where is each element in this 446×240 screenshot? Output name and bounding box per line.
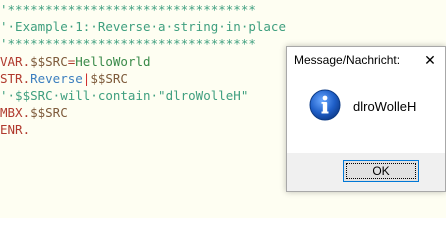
- code-line: VAR.$$SRC=HelloWorld: [0, 53, 151, 70]
- code-token: '*********************************: [0, 2, 256, 17]
- code-token: '·Example·1:·Reverse·a·string·in·place: [0, 19, 286, 35]
- dialog-title: Message/Nachricht:: [294, 53, 401, 67]
- code-line: '*********************************: [0, 35, 256, 52]
- dialog-body: dlroWolleH: [287, 75, 445, 153]
- close-icon: ✕: [424, 53, 436, 69]
- code-token: STR.: [0, 70, 31, 86]
- code-token: MBX.: [0, 105, 31, 121]
- ok-button-label: OK: [372, 164, 390, 178]
- code-line: STR.Reverse|$$SRC: [0, 70, 128, 87]
- code-line: '·Example·1:·Reverse·a·string·in·place: [0, 18, 286, 35]
- code-token: '*********************************: [0, 36, 256, 52]
- code-token: $$SRC: [30, 53, 68, 69]
- close-button[interactable]: ✕: [415, 47, 445, 75]
- code-token: ENR.: [0, 122, 31, 138]
- code-token: VAR.: [0, 53, 31, 69]
- code-line: '·$$SRC·will·contain·"dlroWolleH": [0, 87, 248, 104]
- code-token: HelloWorld: [75, 53, 151, 69]
- code-token: $$SRC: [30, 105, 68, 121]
- code-token: Reverse: [30, 70, 83, 86]
- dialog-message: dlroWolleH: [353, 99, 417, 114]
- code-token: $$SRC: [90, 70, 128, 86]
- code-line: '*********************************: [0, 1, 256, 18]
- code-line: MBX.$$SRC: [0, 104, 68, 121]
- code-line: ENR.: [0, 121, 30, 138]
- message-dialog: Message/Nachricht: ✕ dlroWolleH OK: [286, 46, 446, 192]
- ok-button[interactable]: OK: [343, 160, 419, 182]
- dialog-titlebar[interactable]: Message/Nachricht: ✕: [287, 47, 445, 75]
- information-icon: [309, 89, 341, 121]
- code-token: '·$$SRC·will·contain·"dlroWolleH": [0, 88, 249, 103]
